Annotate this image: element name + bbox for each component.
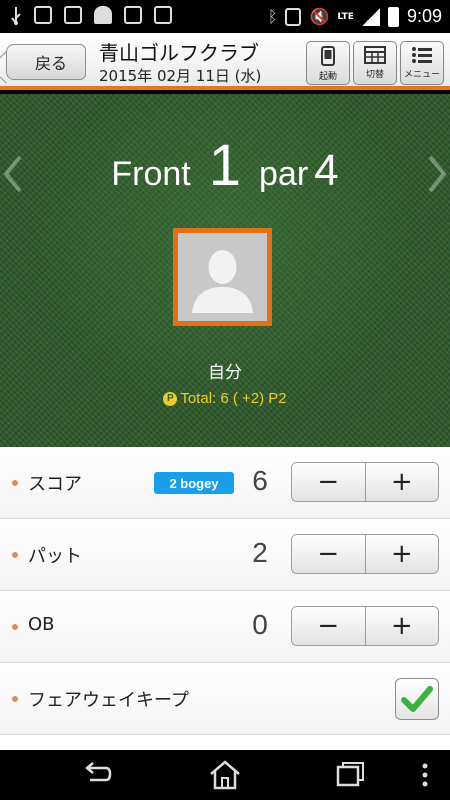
switch-button[interactable]: 切替 — [353, 41, 397, 85]
ob-stepper: − + — [291, 606, 439, 646]
phone-icon — [321, 46, 335, 66]
bullet-icon — [12, 624, 18, 630]
putt-value: 2 — [252, 537, 268, 568]
bullet-icon — [12, 696, 18, 702]
back-button-label: 戻る — [34, 54, 67, 73]
menu-icon — [412, 47, 432, 63]
ob-row: OB 0 − + — [0, 591, 450, 663]
table-icon — [364, 46, 386, 64]
nfc-icon — [285, 7, 302, 26]
player-total: P Total: 6 ( +2) P2 — [0, 390, 450, 407]
home-nav-icon[interactable] — [207, 758, 243, 792]
android-icon — [94, 6, 112, 24]
navigation-bar — [0, 750, 450, 800]
usb-icon — [10, 6, 22, 25]
bullet-icon — [12, 552, 18, 558]
ob-value: 0 — [252, 609, 268, 640]
putt-label: パット — [28, 546, 82, 567]
status-bar: ᛒ 🔇 LTE 9:09 — [0, 0, 450, 33]
player-name: 自分 — [208, 363, 242, 383]
notification-icons — [10, 6, 172, 25]
hole-number: 1 — [208, 133, 241, 198]
system-icons: ᛒ 🔇 LTE 9:09 — [268, 6, 442, 27]
clock: 9:09 — [406, 6, 442, 26]
app-header: 戻る 青山ゴルフクラブ 2015年 02月 11日 (水) 起動 切替 メニュー — [0, 33, 450, 90]
ob-plus-button[interactable]: + — [364, 607, 438, 645]
person-icon — [178, 233, 267, 321]
image-icon — [34, 6, 52, 24]
course-name: 青山ゴルフクラブ — [99, 41, 259, 65]
fairway-checkbox[interactable] — [395, 678, 439, 720]
battery-icon — [387, 6, 399, 27]
putt-plus-button[interactable]: + — [364, 535, 438, 573]
score-result-badge: 2 bogey — [154, 472, 234, 494]
hole-prefix: Front — [111, 155, 191, 193]
score-input-list: スコア 2 bogey 6 − + パット 2 − + OB 0 − + フェア… — [0, 447, 450, 750]
putt-minus-button[interactable]: − — [292, 535, 365, 573]
avatar[interactable] — [173, 228, 272, 326]
score-minus-button[interactable]: − — [292, 463, 365, 501]
total-icon: P — [163, 391, 178, 406]
check-icon — [124, 6, 142, 24]
putt-stepper: − + — [291, 534, 439, 574]
back-nav-icon[interactable] — [78, 758, 114, 792]
par-value: 4 — [314, 146, 339, 195]
player-total-text: Total: 6 ( +2) P2 — [180, 390, 287, 407]
score-stepper: − + — [291, 462, 439, 502]
par-label: par — [259, 155, 309, 193]
fairway-label: フェアウェイキープ — [28, 690, 189, 711]
score-value: 6 — [252, 465, 268, 496]
mute-icon: 🔇 — [309, 7, 330, 26]
putt-row: パット 2 − + — [0, 519, 450, 591]
bag-icon — [154, 6, 172, 24]
score-plus-button[interactable]: + — [364, 463, 438, 501]
switch-label: 切替 — [365, 70, 384, 80]
signal-icon — [361, 7, 380, 26]
ob-minus-button[interactable]: − — [292, 607, 365, 645]
menu-label: メニュー — [403, 70, 440, 80]
overflow-menu-icon[interactable] — [415, 758, 435, 792]
menu-button[interactable]: メニュー — [400, 41, 444, 85]
launch-button[interactable]: 起動 — [306, 41, 350, 85]
score-row: スコア 2 bogey 6 − + — [0, 447, 450, 519]
hole-title: Front 1 par 4 — [0, 132, 450, 199]
ob-label: OB — [28, 614, 55, 635]
app-icon — [64, 6, 82, 24]
score-label: スコア — [28, 474, 82, 495]
network-type: LTE — [337, 11, 354, 22]
fairway-row: フェアウェイキープ — [0, 663, 450, 735]
checkmark-icon — [401, 686, 433, 712]
back-button[interactable]: 戻る — [6, 44, 86, 80]
recent-apps-icon[interactable] — [332, 758, 368, 792]
hole-panel: Front 1 par 4 自分 P Total: 6 ( +2) P2 — [0, 94, 450, 447]
launch-label: 起動 — [318, 72, 337, 82]
bullet-icon — [12, 480, 18, 486]
play-date: 2015年 02月 11日 (水) — [99, 67, 262, 85]
bluetooth-icon: ᛒ — [267, 7, 278, 26]
